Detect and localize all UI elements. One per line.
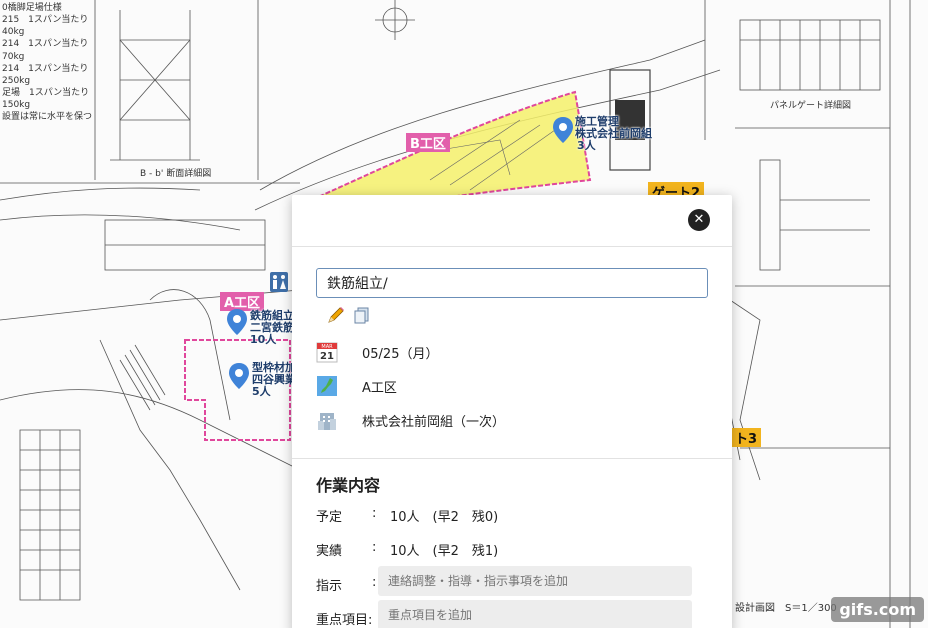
date-row[interactable]: MAR 21 05/25（月） — [316, 341, 438, 363]
dialog-header: ✕ — [292, 195, 732, 247]
panel-gate-caption: パネルゲート詳細図 — [770, 101, 852, 111]
watermark: gifs.com — [831, 597, 924, 622]
divider — [292, 458, 732, 459]
calendar-icon: MAR 21 — [316, 342, 338, 363]
note-line: 215 1スパン当たり40kg — [2, 15, 89, 38]
note-line: 足場 1スパン当たり150kg — [2, 87, 90, 111]
work-title-input[interactable] — [316, 268, 708, 298]
note-line: 214 1スパン当たり250kg — [2, 63, 89, 86]
close-icon[interactable]: ✕ — [688, 209, 710, 231]
pin-label-formwork[interactable]: 型枠材加 四谷興業 5人 — [252, 361, 296, 399]
pin-line: 3人 — [577, 139, 596, 153]
plan-value: 10人 (早2 残0) — [390, 510, 499, 525]
work-area: A工区 — [362, 380, 397, 396]
note-line: 設置は常に水平を保つ — [2, 112, 93, 123]
top-notes: 0橋脚足場仕様 215 1スパン当たり40kg 214 1スパン当たり70kg … — [2, 2, 94, 123]
company-name: 株式会社前岡組（一次） — [362, 414, 506, 430]
scale-caption: 設計画図 S＝1／300 — [735, 603, 837, 614]
work-detail-dialog: ✕ MAR 21 05/25（月） A工区 — [292, 195, 732, 628]
work-date: 05/25（月） — [362, 346, 439, 362]
section-detail-caption: B - b' 断面詳細図 — [140, 169, 212, 179]
pin-line: 10人 — [250, 333, 277, 347]
plan-row: 予定 : 10人 (早2 残0) — [316, 506, 498, 525]
instruction-input[interactable] — [378, 566, 692, 596]
actual-row: 実績 : 10人 (早2 残1) — [316, 540, 498, 559]
calendar-day: 21 — [320, 351, 334, 362]
colon: : — [372, 506, 377, 521]
location-pin-icon[interactable] — [552, 116, 574, 144]
calendar-month: MAR — [321, 344, 333, 350]
company-row[interactable]: 株式会社前岡組（一次） — [316, 409, 505, 431]
colon: : — [372, 540, 377, 555]
pin-label-management[interactable]: 施工管理 株式会社前岡組 3人 — [575, 115, 652, 153]
pencil-icon[interactable] — [326, 305, 346, 325]
focus-input[interactable] — [378, 600, 692, 628]
location-pin-icon[interactable] — [228, 362, 250, 390]
building-icon — [318, 413, 336, 430]
edit-tools — [326, 305, 372, 325]
actual-value: 10人 (早2 残1) — [390, 544, 499, 559]
restroom-icon — [270, 272, 288, 292]
area-row[interactable]: A工区 — [316, 375, 397, 397]
instruction-label: 指示 — [316, 579, 343, 594]
actual-label: 実績 — [316, 544, 343, 559]
zone-b-label[interactable]: B工区 — [406, 133, 450, 152]
pin-line: 5人 — [252, 385, 271, 399]
section-title: 作業内容 — [316, 476, 381, 495]
note-line: 214 1スパン当たり70kg — [2, 39, 89, 62]
pin-label-rebar[interactable]: 鉄筋組立 二宮鉄筋 10人 — [250, 309, 294, 347]
location-pin-icon[interactable] — [226, 308, 248, 336]
gate-3-label[interactable]: ト3 — [731, 428, 762, 447]
copy-icon[interactable] — [352, 305, 372, 325]
note-line: 0橋脚足場仕様 — [2, 3, 62, 13]
japan-map-icon — [317, 376, 337, 396]
plan-label: 予定 — [316, 510, 343, 525]
